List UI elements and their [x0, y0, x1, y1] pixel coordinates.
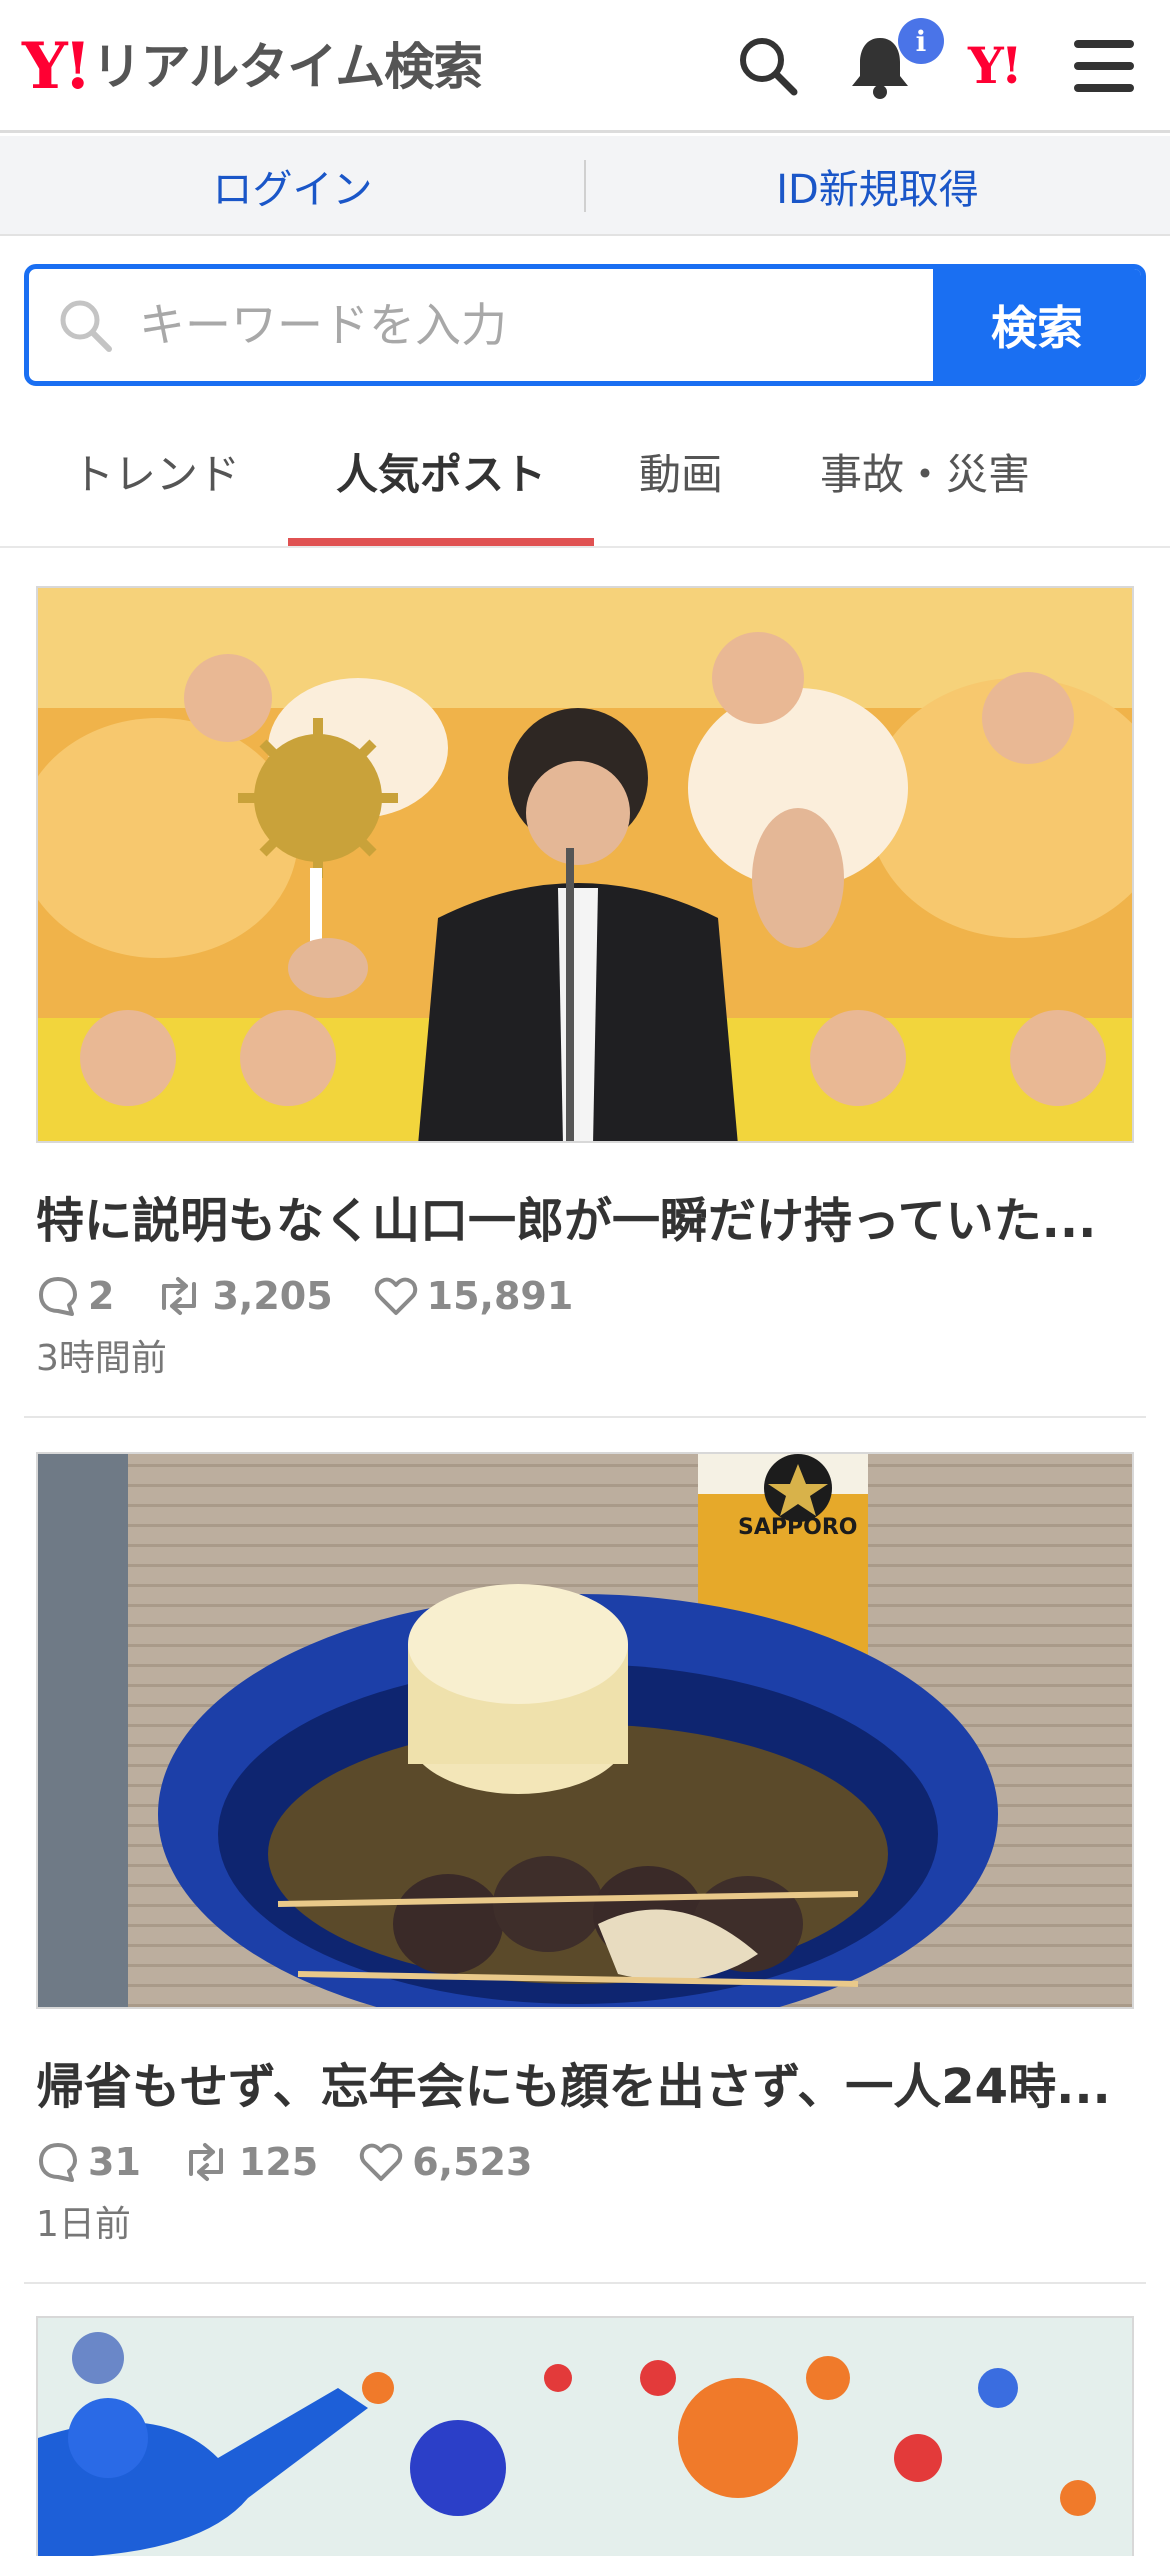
search-button[interactable]: 検索: [933, 269, 1141, 381]
reply-count[interactable]: 2: [36, 1274, 114, 1318]
like-count[interactable]: 6,523: [358, 2140, 532, 2184]
repost-count[interactable]: 3,205: [154, 1274, 333, 1318]
post-title[interactable]: 特に説明もなく山口一郎が一瞬だけ持っていた...: [36, 1186, 1134, 1256]
logo-mark: Y!: [22, 29, 92, 104]
post-timestamp: 3時間前: [36, 1338, 167, 1379]
like-count-value: 15,891: [426, 1274, 574, 1318]
tab-popular-posts[interactable]: 人気ポスト: [288, 396, 594, 546]
like-count-value: 6,523: [412, 2140, 533, 2184]
notification-badge: i: [898, 18, 944, 64]
category-tabs: トレンド 人気ポスト 動画 事故・災害: [0, 396, 1170, 548]
search-input[interactable]: [139, 269, 939, 381]
app-header: Y! リアルタイム検索 i Y!: [0, 0, 1170, 133]
heart-icon: [374, 1277, 417, 1315]
post-title[interactable]: 帰省もせず、忘年会にも顔を出さず、一人24時...: [36, 2052, 1134, 2122]
login-link[interactable]: ログイン: [0, 136, 585, 236]
post-divider: [24, 1416, 1146, 1418]
reply-count[interactable]: 31: [36, 2140, 141, 2184]
reply-icon: [39, 2143, 77, 2182]
reply-icon: [39, 1277, 77, 1316]
search-icon[interactable]: [728, 26, 808, 106]
logo-text: リアルタイム検索: [91, 38, 483, 96]
post-image[interactable]: [36, 586, 1134, 1143]
repost-icon: [188, 2143, 223, 2181]
tab-accident-disaster[interactable]: 事故・災害: [790, 396, 1060, 546]
post-image[interactable]: [36, 2316, 1134, 2556]
search-bar: 検索: [24, 264, 1146, 386]
menu-icon[interactable]: [1064, 26, 1144, 106]
reply-count-value: 31: [88, 2140, 141, 2184]
post-divider: [24, 2282, 1146, 2284]
yahoo-japan-icon[interactable]: Y!: [968, 36, 1023, 96]
repost-count-value: 125: [238, 2140, 319, 2184]
repost-icon: [162, 1277, 197, 1315]
reply-count-value: 2: [88, 1274, 115, 1318]
like-count[interactable]: 15,891: [373, 1274, 574, 1318]
auth-bar: ログイン ID新規取得: [0, 136, 1170, 236]
repost-count[interactable]: 125: [181, 2140, 318, 2184]
post-stats: 2 3,205 15,891: [36, 1266, 613, 1326]
bottle-label-logo: SAPPORO: [738, 1515, 857, 1540]
tab-trend[interactable]: トレンド: [36, 396, 276, 546]
post-timestamp: 1日前: [36, 2204, 131, 2245]
repost-count-value: 3,205: [212, 1274, 333, 1318]
post-stats: 31 125 6,523: [36, 2132, 572, 2192]
register-link[interactable]: ID新規取得: [585, 136, 1170, 236]
tab-video[interactable]: 動画: [606, 396, 756, 546]
heart-icon: [360, 2143, 403, 2181]
yahoo-realtime-logo[interactable]: Y! リアルタイム検索: [22, 29, 483, 104]
search-field-icon: [60, 300, 112, 352]
post-image[interactable]: SAPPORO: [36, 1452, 1134, 2009]
